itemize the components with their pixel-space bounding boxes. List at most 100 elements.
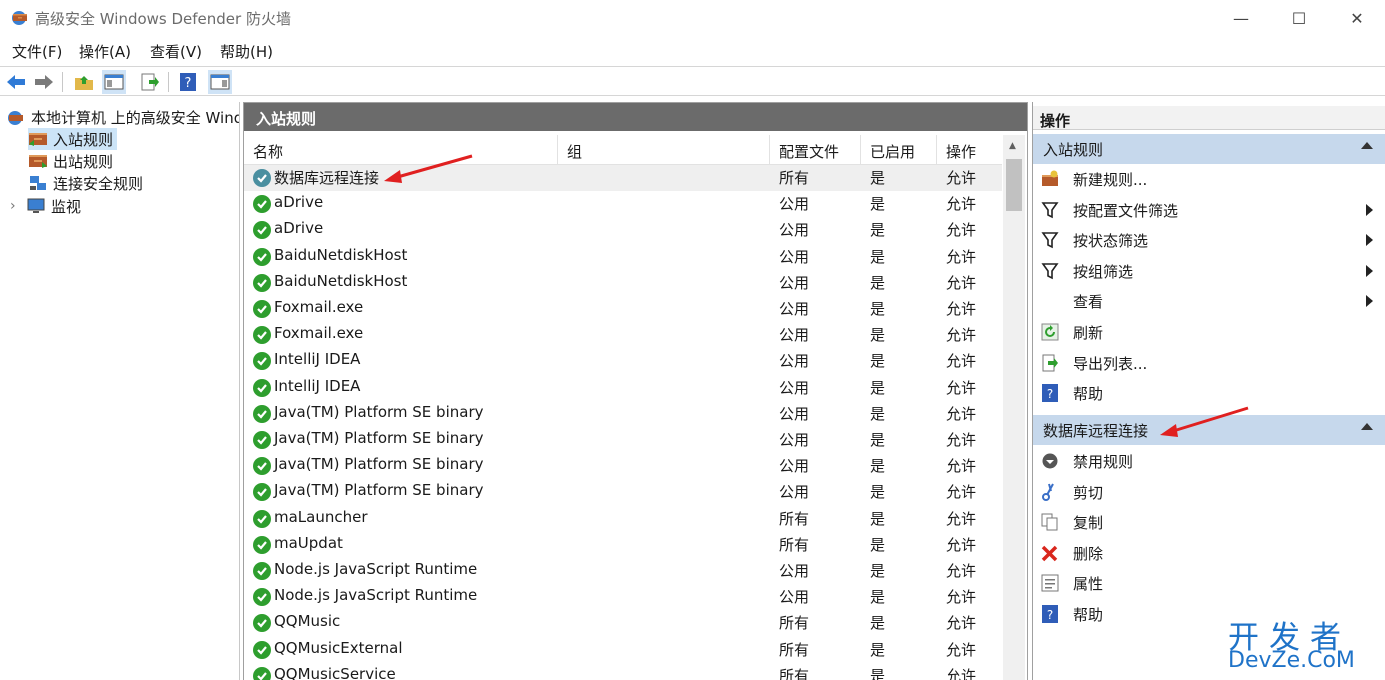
table-row[interactable]: Node.js JavaScript Runtime 公用 是 允许 [244,558,1002,584]
menu-action[interactable]: 操作(A) [79,41,131,62]
column-header-name[interactable]: 名称 [244,135,558,165]
rule-enabled-check-icon [253,614,271,633]
filter-icon [1041,231,1059,249]
column-header-action[interactable]: 操作 [937,135,1002,165]
rule-name: maUpdat [274,533,343,552]
menu-view[interactable]: 查看(V) [150,41,202,62]
rule-enabled-check-icon [253,562,271,580]
copy-icon [1041,513,1059,531]
table-row[interactable]: 数据库远程连接 所有 是 允许 [244,165,1002,191]
up-folder-icon[interactable] [72,70,96,94]
rule-enabled: 是 [870,404,886,423]
table-row[interactable]: IntelliJ IDEA 公用 是 允许 [244,375,1002,401]
tree-item-inbound-rules[interactable]: 入站规则 [28,128,118,150]
rule-enabled-check-icon [253,431,271,449]
action-item[interactable]: 按组筛选 [1033,256,1385,286]
rule-enabled-check-icon [253,640,271,659]
actions-section-inbound[interactable]: 入站规则 [1033,134,1385,164]
column-header-enabled[interactable]: 已启用 [861,135,937,165]
table-row[interactable]: IntelliJ IDEA 公用 是 允许 [244,348,1002,374]
watermark-line2: DevZe.CoM [1228,648,1355,673]
scrollbar-thumb[interactable] [1006,159,1022,211]
tree-item-connection-security-rules[interactable]: 连接安全规则 [28,172,143,194]
table-row[interactable]: QQMusic 所有 是 允许 [244,610,1002,636]
action-item[interactable]: 剪切 [1033,477,1385,507]
show-hide-tree-icon[interactable] [102,70,126,94]
rule-action: 允许 [946,666,977,680]
action-item[interactable]: 刷新 [1033,317,1385,347]
table-row[interactable]: aDrive 公用 是 允许 [244,191,1002,217]
table-row[interactable]: Java(TM) Platform SE binary 公用 是 允许 [244,427,1002,453]
rule-profile: 所有 [779,640,810,659]
show-hide-action-pane-icon[interactable] [208,70,232,94]
action-item[interactable]: 复制 [1033,507,1385,537]
table-row[interactable]: maLauncher 所有 是 允许 [244,506,1002,532]
toolbar-separator [168,72,169,92]
action-item[interactable]: 新建规则... [1033,164,1385,194]
panel-title: 入站规则 [244,103,1027,131]
rule-enabled: 是 [870,588,886,607]
action-label: 导出列表... [1073,354,1148,373]
action-label: 按状态筛选 [1073,232,1149,251]
rule-name: Node.js JavaScript Runtime [274,560,478,578]
actions-header: 操作 [1033,106,1385,130]
table-row[interactable]: Java(TM) Platform SE binary 公用 是 允许 [244,401,1002,427]
collapse-icon[interactable] [1361,423,1373,430]
rule-enabled-check-icon [253,666,271,680]
filter-icon [1041,262,1059,280]
menu-file[interactable]: 文件(F) [12,41,62,62]
collapse-icon[interactable] [1361,142,1373,149]
close-button[interactable]: ✕ [1328,0,1385,36]
back-arrow-icon[interactable] [4,70,28,94]
action-item[interactable]: 禁用规则 [1033,446,1385,476]
action-label: 新建规则... [1073,171,1148,189]
export-list-icon[interactable] [138,70,162,94]
tree-item-monitoring[interactable]: › 监视 [10,195,81,217]
action-item[interactable]: 按状态筛选 [1033,225,1385,255]
action-item[interactable]: 查看 [1033,286,1385,316]
menu-help[interactable]: 帮助(H) [220,41,273,62]
action-item[interactable]: 属性 [1033,568,1385,598]
rule-name: BaiduNetdiskHost [274,271,408,290]
rule-enabled-check-icon [253,378,271,397]
table-row[interactable]: Foxmail.exe 公用 是 允许 [244,296,1002,322]
table-row[interactable]: maUpdat 所有 是 允许 [244,532,1002,558]
rule-profile: 公用 [779,300,810,318]
action-item[interactable]: 导出列表... [1033,348,1385,378]
table-row[interactable]: BaiduNetdiskHost 公用 是 允许 [244,270,1002,296]
table-row[interactable]: QQMusicExternal 所有 是 允许 [244,637,1002,663]
actions-section-selected-rule[interactable]: 数据库远程连接 [1033,415,1385,445]
action-label: 属性 [1073,575,1104,594]
cut-icon [1041,483,1059,501]
action-item[interactable]: 按配置文件筛选 [1033,195,1385,225]
column-header-group[interactable]: 组 [558,135,770,165]
help-icon[interactable]: ? [176,70,200,94]
action-item[interactable]: ? 帮助 [1033,378,1385,408]
table-row[interactable]: Node.js JavaScript Runtime 公用 是 允许 [244,584,1002,610]
table-row[interactable]: Java(TM) Platform SE binary 公用 是 允许 [244,479,1002,505]
rule-enabled: 是 [870,562,886,580]
action-label: 删除 [1073,544,1104,563]
expand-chevron-icon[interactable]: › [10,198,26,214]
maximize-button[interactable]: ☐ [1270,0,1328,36]
vertical-scrollbar[interactable]: ▲ [1003,135,1025,680]
table-row[interactable]: aDrive 公用 是 允许 [244,217,1002,243]
rule-action: 允许 [946,404,977,423]
column-header-profile[interactable]: 配置文件 [770,135,861,165]
table-row[interactable]: Foxmail.exe 公用 是 允许 [244,322,1002,348]
table-row[interactable]: BaiduNetdiskHost 公用 是 允许 [244,244,1002,270]
rule-enabled-check-icon [253,195,271,214]
rule-enabled: 是 [870,640,886,659]
scroll-up-icon[interactable]: ▲ [1009,141,1016,151]
table-row[interactable]: Java(TM) Platform SE binary 公用 是 允许 [244,453,1002,479]
tree-root[interactable]: 本地计算机 上的高级安全 Windows Defender 防火墙 [6,106,239,128]
rule-enabled-check-icon [253,588,271,607]
action-item[interactable]: 删除 [1033,538,1385,568]
title-bar: 高级安全 Windows Defender 防火墙 — ☐ ✕ [0,0,1385,36]
tree-item-outbound-rules[interactable]: 出站规则 [28,150,113,172]
rule-profile: 所有 [779,509,810,528]
forward-arrow-icon[interactable] [32,70,56,94]
table-row[interactable]: QQMusicService 所有 是 允许 [244,663,1002,680]
rule-enabled-check-icon [253,221,271,240]
minimize-button[interactable]: — [1212,0,1270,36]
